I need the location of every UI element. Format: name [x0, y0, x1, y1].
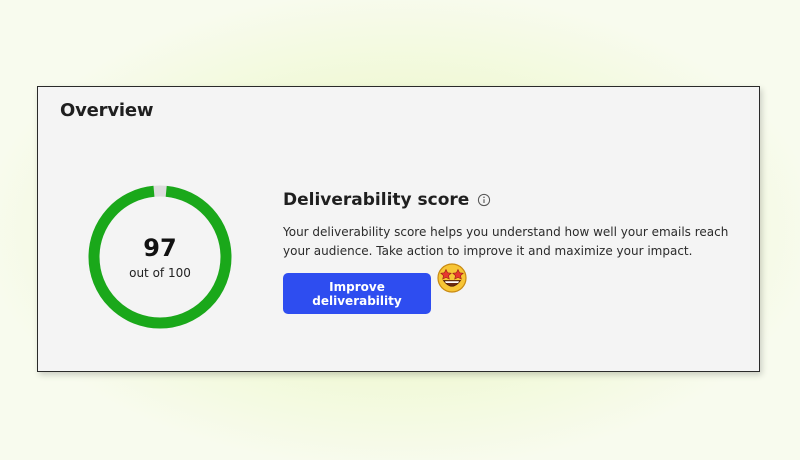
overview-card: Overview 97 out of 100 Deliverability sc… [37, 86, 760, 372]
score-max-label: out of 100 [129, 266, 191, 280]
star-struck-emoji-icon [435, 261, 469, 295]
deliverability-section: Deliverability score Your deliverability… [283, 187, 753, 317]
improve-deliverability-button[interactable]: Improve deliverability [283, 273, 431, 314]
card-title: Overview [60, 100, 154, 121]
score-value: 97 [143, 234, 177, 262]
info-circle-icon[interactable] [477, 193, 491, 207]
deliverability-heading: Deliverability score [283, 190, 470, 210]
action-row: Improve deliverability [283, 263, 753, 317]
deliverability-description: Your deliverability score helps you unde… [283, 225, 729, 258]
score-gauge: 97 out of 100 [86, 183, 234, 331]
heading-row: Deliverability score [283, 187, 753, 213]
gauge-center: 97 out of 100 [86, 183, 234, 331]
